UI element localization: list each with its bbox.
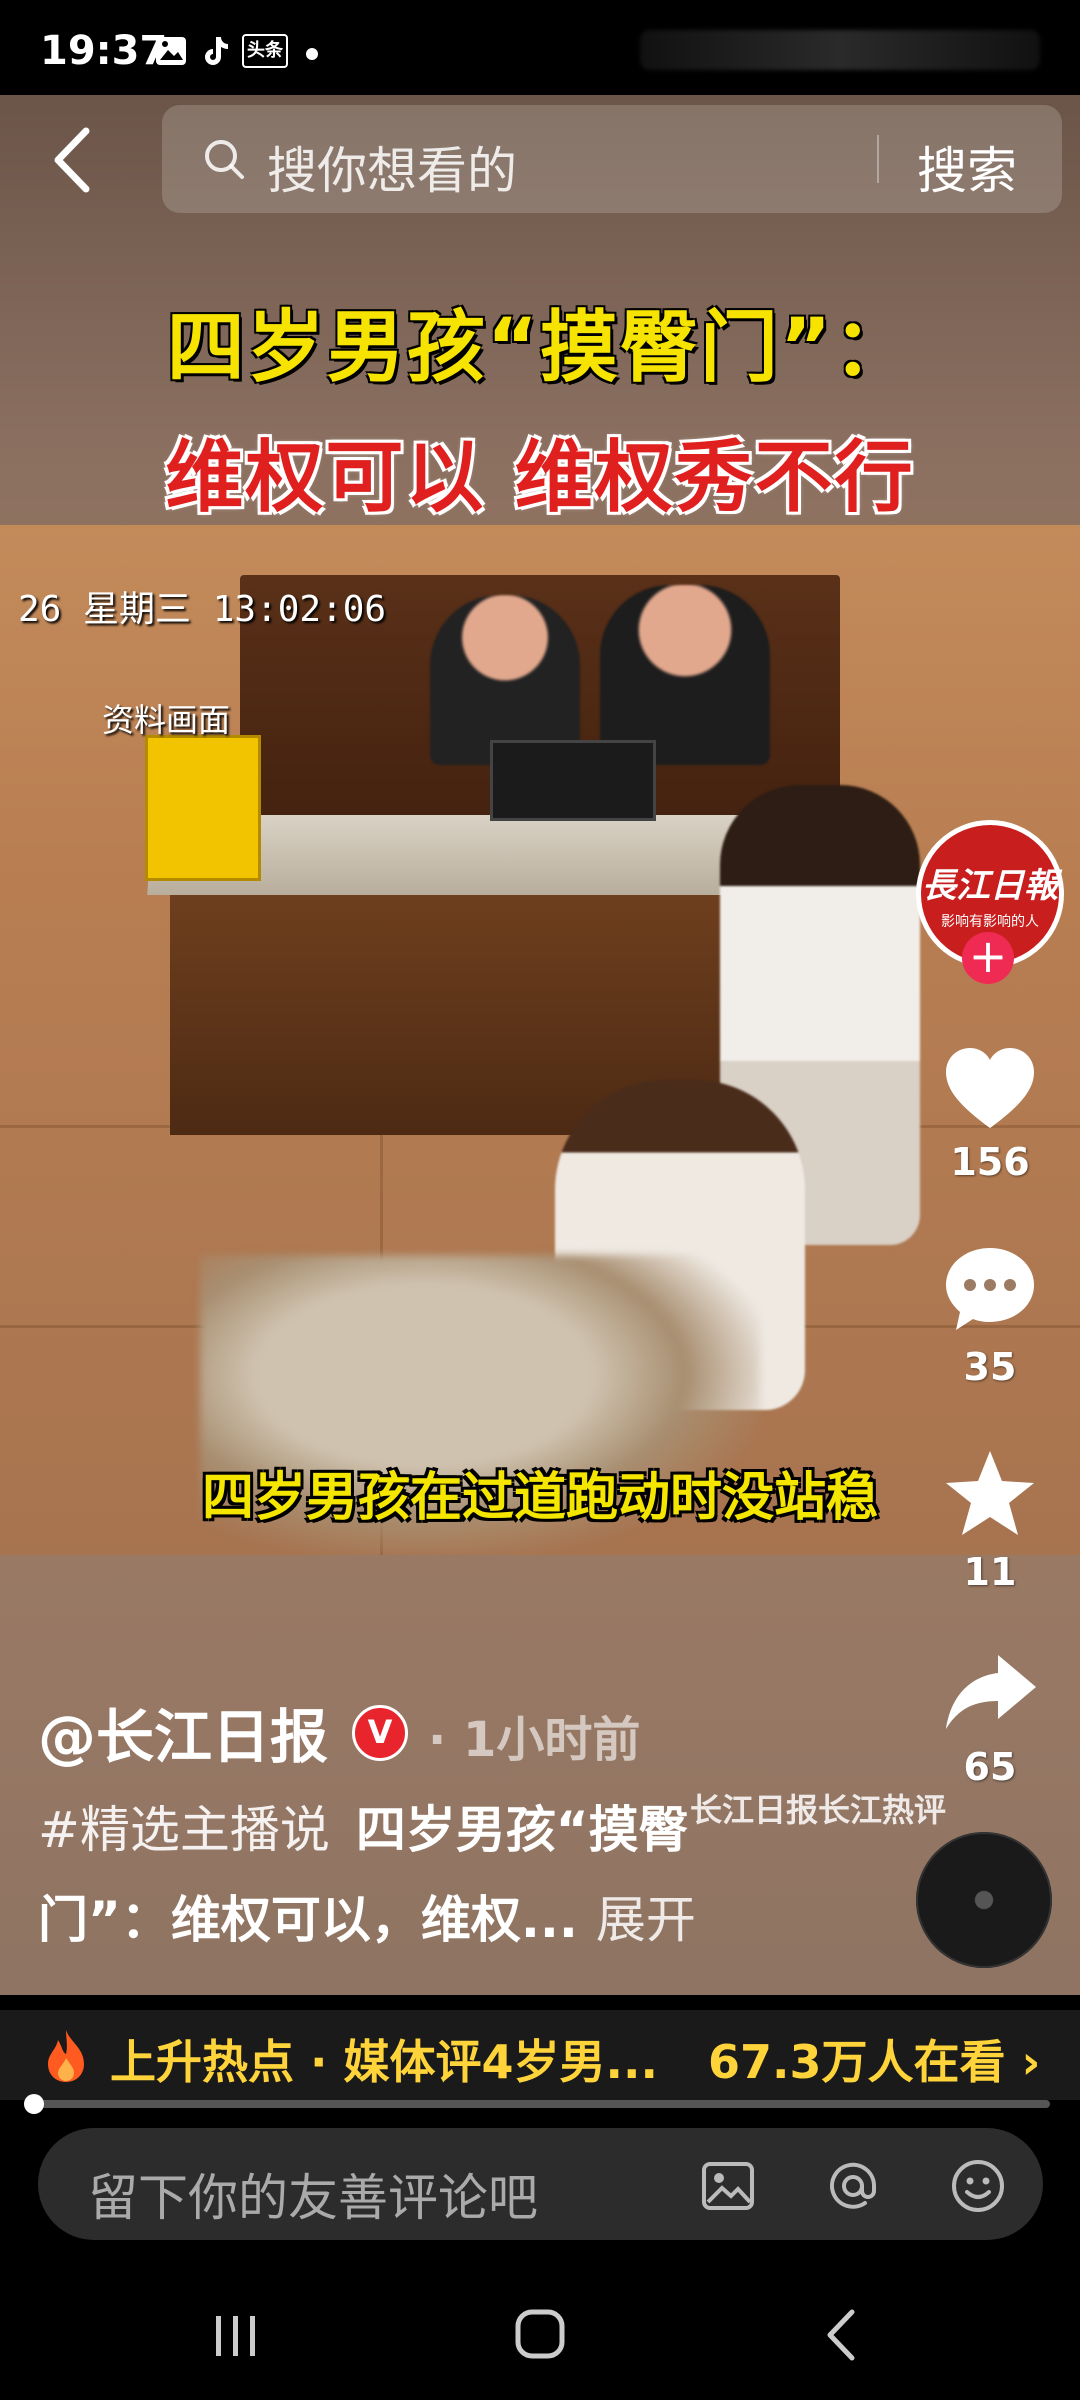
back-icon[interactable]: [44, 125, 104, 195]
mention-icon[interactable]: [823, 2156, 883, 2216]
post-description-line-1[interactable]: #精选主播说 四岁男孩“摸臀: [38, 1790, 689, 1862]
comment-count: 35: [963, 1345, 1017, 1389]
hot-topic-text[interactable]: 上升热点 · 媒体评4岁男...: [110, 2026, 658, 2092]
headline-line-1: 四岁男孩“摸臀门”：: [166, 303, 914, 393]
nav-back-icon[interactable]: [802, 2300, 882, 2370]
system-navigation-bar: [0, 2270, 1080, 2400]
notification-dot: [306, 48, 318, 60]
post-time: · 1小时前: [428, 1712, 641, 1768]
favorite-count: 11: [963, 1550, 1017, 1594]
share-count: 65: [963, 1745, 1017, 1789]
hot-topic-bar[interactable]: 上升热点 · 媒体评4岁男... 67.3万人在看 ›: [0, 2010, 1080, 2100]
post-description-line-2[interactable]: 门”：维权可以，维权... 展开: [38, 1880, 696, 1952]
fire-icon: [48, 2030, 84, 2082]
video-subtitle: 四岁男孩在过道跑动时没站稳: [201, 1468, 878, 1528]
staff-person: [600, 585, 770, 765]
hashtag[interactable]: #精选主播说: [38, 1801, 330, 1859]
gallery-icon: [156, 37, 186, 65]
tiktok-icon: [205, 37, 228, 65]
watching-count[interactable]: 67.3万人在看 ›: [708, 2026, 1040, 2092]
comment-icon[interactable]: [940, 1240, 1040, 1340]
music-disc-icon[interactable]: [916, 1832, 1052, 1968]
yellow-box: [145, 735, 261, 881]
headline-line-2: 维权可以 维权秀不行: [165, 433, 915, 523]
post-title-part-1: 四岁男孩“摸臀: [355, 1801, 689, 1859]
share-icon[interactable]: [940, 1645, 1040, 1745]
search-divider: [877, 135, 879, 183]
video-headline: 四岁男孩“摸臀门”： 维权可以 维权秀不行: [0, 285, 1080, 527]
status-time: 19:37: [40, 28, 168, 74]
search-bar[interactable]: 搜你想看的 搜索: [162, 105, 1062, 213]
like-count: 156: [950, 1140, 1030, 1184]
home-icon[interactable]: [500, 2300, 580, 2370]
cctv-timestamp: 26 星期三 13:02:06: [18, 589, 387, 630]
music-label[interactable]: 长江日报长江热评: [690, 1785, 946, 1831]
follow-button[interactable]: +: [962, 932, 1014, 984]
verified-badge: V: [352, 1705, 408, 1761]
avatar-slogan: 影响有影响的人: [941, 913, 1039, 930]
video-player[interactable]: 26 星期三 13:02:06 资料画面 四岁男孩在过道跑动时没站稳: [0, 525, 1080, 1555]
heart-icon[interactable]: [940, 1040, 1040, 1140]
post-title-part-2: 门”：维权可以，维权...: [38, 1891, 578, 1949]
status-right-redacted: [640, 30, 1040, 70]
comment-bar[interactable]: 留下你的友善评论吧: [38, 2128, 1043, 2240]
progress-knob[interactable]: [24, 2094, 44, 2114]
status-bar: 19:37 头条: [0, 0, 1080, 95]
search-button[interactable]: 搜索: [917, 131, 1017, 203]
search-input[interactable]: 搜你想看的: [267, 131, 517, 203]
recent-apps-icon[interactable]: [196, 2300, 276, 2370]
image-icon[interactable]: [698, 2156, 758, 2216]
star-icon[interactable]: [940, 1445, 1040, 1545]
emoji-icon[interactable]: [948, 2156, 1008, 2216]
expand-link[interactable]: 展开: [596, 1891, 696, 1949]
search-icon: [205, 140, 244, 179]
monitor: [490, 740, 656, 821]
toutiao-icon: 头条: [242, 34, 288, 68]
author-name[interactable]: @长江日报: [38, 1690, 328, 1774]
video-progress-bar[interactable]: [24, 2094, 1050, 2114]
archive-label: 资料画面: [102, 701, 231, 739]
avatar-logo-text: 長江日報: [922, 865, 1058, 906]
comment-input[interactable]: 留下你的友善评论吧: [88, 2158, 538, 2230]
